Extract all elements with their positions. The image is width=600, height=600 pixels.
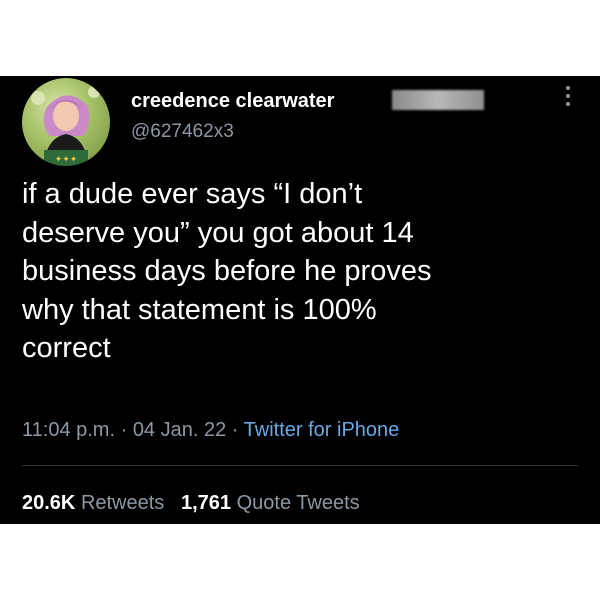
avatar[interactable]: ✦✦✦ [22, 78, 110, 166]
tweet-card: ✦✦✦ creedence clearwater @627462x3 if a … [0, 76, 600, 524]
retweets-label: Retweets [80, 492, 165, 514]
retweets-count: 20.6K [22, 492, 76, 514]
more-options-icon[interactable] [562, 86, 574, 116]
retweets-stat[interactable]: 20.6K Retweets [22, 492, 164, 514]
avatar-image: ✦✦✦ [31, 86, 100, 166]
tweet-time[interactable]: 11:04 p.m. [22, 419, 115, 441]
redacted-verified-area [392, 90, 484, 110]
tweet-date[interactable]: 04 Jan. 22 [133, 419, 226, 441]
meta-separator: · [226, 419, 244, 441]
display-name[interactable]: creedence clearwater [131, 90, 334, 113]
quote-tweets-count: 1,761 [180, 492, 232, 514]
quote-tweets-label: Quote Tweets [236, 492, 360, 514]
svg-text:✦✦✦: ✦✦✦ [55, 155, 78, 165]
tweet-meta: 11:04 p.m. · 04 Jan. 22 · Twitter for iP… [22, 419, 399, 442]
tweet-text: if a dude ever says “I don’t deserve you… [22, 178, 432, 364]
user-handle[interactable]: @627462x3 [131, 121, 234, 143]
tweet-source[interactable]: Twitter for iPhone [244, 419, 400, 441]
meta-separator: · [115, 419, 133, 441]
tweet-stats: 20.6K Retweets 1,761 Quote Tweets [22, 492, 360, 515]
quote-tweets-stat[interactable]: 1,761 Quote Tweets [181, 492, 360, 514]
divider [22, 465, 578, 466]
